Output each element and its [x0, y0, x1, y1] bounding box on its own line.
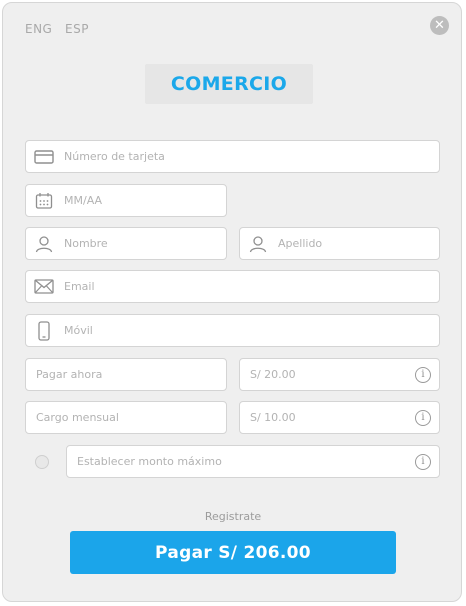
- last-name-placeholder: Apellido: [278, 237, 323, 250]
- monthly-charge-amount: S/ 10.00: [250, 411, 296, 424]
- language-eng[interactable]: ENG: [25, 22, 52, 36]
- user-icon: [34, 234, 54, 254]
- pay-button-label: Pagar S/ 206.00: [155, 542, 311, 563]
- language-esp[interactable]: ESP: [65, 22, 89, 36]
- mobile-placeholder: Móvil: [64, 324, 93, 337]
- info-icon[interactable]: i: [415, 366, 431, 383]
- mobile-field[interactable]: Móvil: [25, 314, 440, 347]
- first-name-field[interactable]: Nombre: [25, 227, 227, 260]
- monthly-charge-amount-field[interactable]: S/ 10.00 i: [239, 401, 440, 434]
- last-name-field[interactable]: Apellido: [239, 227, 440, 260]
- max-amount-label: Establecer monto máximo: [77, 455, 222, 468]
- pay-now-field: Pagar ahora: [25, 358, 227, 391]
- register-link[interactable]: Registrate: [0, 510, 466, 523]
- pay-now-amount: S/ 20.00: [250, 368, 296, 381]
- max-amount-radio[interactable]: [35, 455, 49, 469]
- close-icon: ✕: [434, 18, 445, 33]
- user-icon: [248, 234, 268, 254]
- email-field[interactable]: Email: [25, 270, 440, 303]
- credit-card-icon: [34, 147, 54, 167]
- expiry-placeholder: MM/AA: [64, 194, 103, 207]
- envelope-icon: [34, 277, 54, 297]
- monthly-charge-label: Cargo mensual: [36, 411, 119, 424]
- pay-now-amount-field[interactable]: S/ 20.00 i: [239, 358, 440, 391]
- mobile-phone-icon: [34, 320, 54, 341]
- merchant-logo: COMERCIO: [145, 64, 313, 104]
- first-name-placeholder: Nombre: [64, 237, 108, 250]
- max-amount-field[interactable]: Establecer monto máximo i: [66, 445, 440, 478]
- info-icon[interactable]: i: [415, 409, 431, 426]
- pay-button[interactable]: Pagar S/ 206.00: [70, 531, 396, 574]
- calendar-icon: [34, 191, 54, 211]
- card-number-placeholder: Número de tarjeta: [64, 150, 165, 163]
- close-button[interactable]: ✕: [430, 16, 449, 35]
- email-placeholder: Email: [64, 280, 95, 293]
- monthly-charge-field: Cargo mensual: [25, 401, 227, 434]
- card-number-field[interactable]: Número de tarjeta: [25, 140, 440, 173]
- pay-now-label: Pagar ahora: [36, 368, 103, 381]
- merchant-name: COMERCIO: [170, 73, 288, 95]
- expiry-field[interactable]: MM/AA: [25, 184, 227, 217]
- info-icon[interactable]: i: [415, 453, 431, 470]
